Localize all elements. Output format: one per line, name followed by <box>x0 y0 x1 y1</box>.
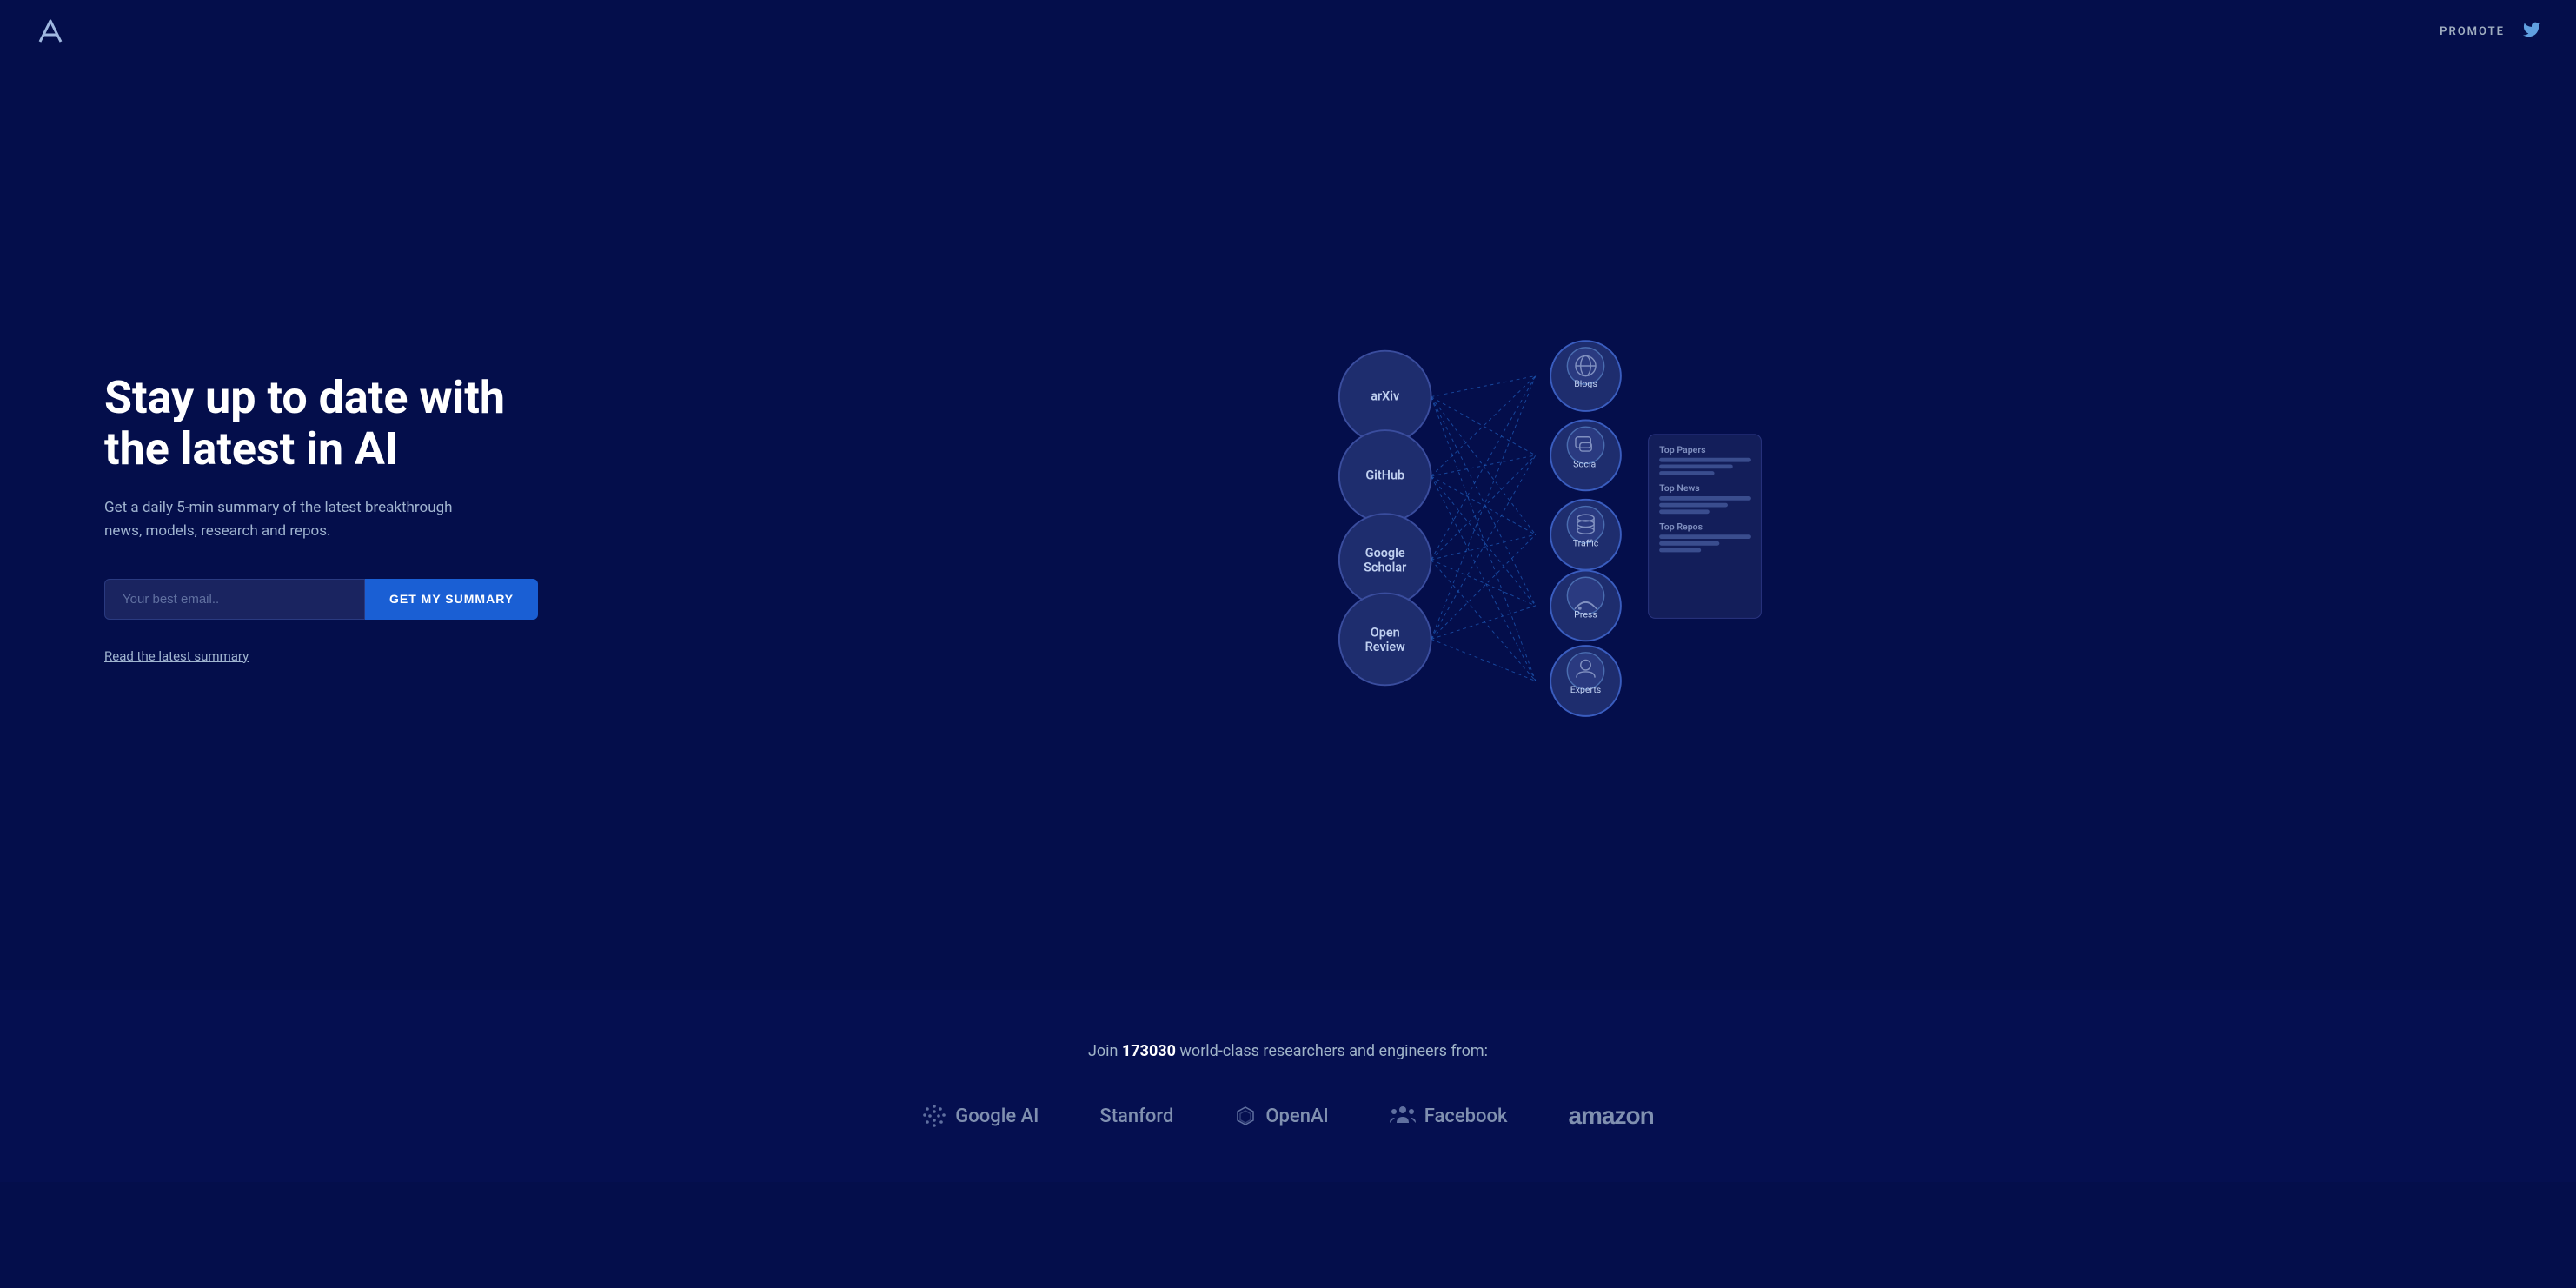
hero-title: Stay up to date with the latest in AI <box>104 372 556 476</box>
nav-right: PROMOTE <box>2440 20 2541 43</box>
twitter-icon[interactable] <box>2522 20 2541 43</box>
hero-subtitle: Get a daily 5-min summary of the latest … <box>104 496 487 543</box>
google-ai-logo: Google AI <box>922 1104 1039 1128</box>
network-diagram: arXiv GitHub Google Scholar Open Review … <box>1279 301 1783 735</box>
open-review-node-label2: Review <box>1365 639 1406 654</box>
blogs-label: Blogs <box>1574 378 1597 389</box>
facebook-logo: Facebook <box>1390 1105 1508 1127</box>
navigation: PROMOTE <box>0 0 2576 63</box>
amazon-text: amazon <box>1568 1102 1653 1130</box>
facebook-icon <box>1390 1105 1416 1126</box>
read-latest-link[interactable]: Read the latest summary <box>104 648 249 664</box>
google-scholar-node-label: Google <box>1365 546 1405 561</box>
github-node-label: GitHub <box>1365 468 1404 482</box>
openai-logo: OpenAI <box>1234 1105 1328 1127</box>
openai-icon <box>1234 1105 1257 1127</box>
hero-right: arXiv GitHub Google Scholar Open Review … <box>556 301 2506 735</box>
email-input[interactable] <box>104 579 365 620</box>
join-text: Join 173030 world-class researchers and … <box>35 1042 2541 1060</box>
open-review-node-label: Open <box>1371 625 1400 640</box>
logos-row: Google AI Stanford OpenAI <box>35 1102 2541 1130</box>
amazon-logo: amazon <box>1568 1102 1653 1130</box>
top-repos-label: Top Repos <box>1659 521 1703 532</box>
traffic-label: Traffic <box>1573 537 1599 548</box>
stanford-text: Stanford <box>1099 1105 1173 1127</box>
openai-text: OpenAI <box>1265 1105 1328 1127</box>
promote-button[interactable]: PROMOTE <box>2440 25 2505 38</box>
bottom-section: Join 173030 world-class researchers and … <box>0 990 2576 1182</box>
get-summary-button[interactable]: GET MY SUMMARY <box>365 579 538 620</box>
experts-label: Experts <box>1570 683 1602 694</box>
hero-left: Stay up to date with the latest in AI Ge… <box>104 372 556 664</box>
facebook-text: Facebook <box>1424 1105 1508 1127</box>
email-form: GET MY SUMMARY <box>104 579 556 620</box>
top-news-label: Top News <box>1659 482 1700 494</box>
hero-section: Stay up to date with the latest in AI Ge… <box>0 63 2576 990</box>
top-papers-label: Top Papers <box>1659 444 1706 455</box>
arxiv-node-label: arXiv <box>1371 388 1400 403</box>
logo[interactable] <box>35 16 66 47</box>
google-ai-text: Google AI <box>955 1105 1039 1127</box>
google-ai-icon <box>922 1104 946 1128</box>
social-label: Social <box>1573 458 1598 469</box>
press-label: Press <box>1574 608 1597 620</box>
google-scholar-node-label2: Scholar <box>1364 560 1407 574</box>
stanford-logo: Stanford <box>1099 1105 1173 1127</box>
